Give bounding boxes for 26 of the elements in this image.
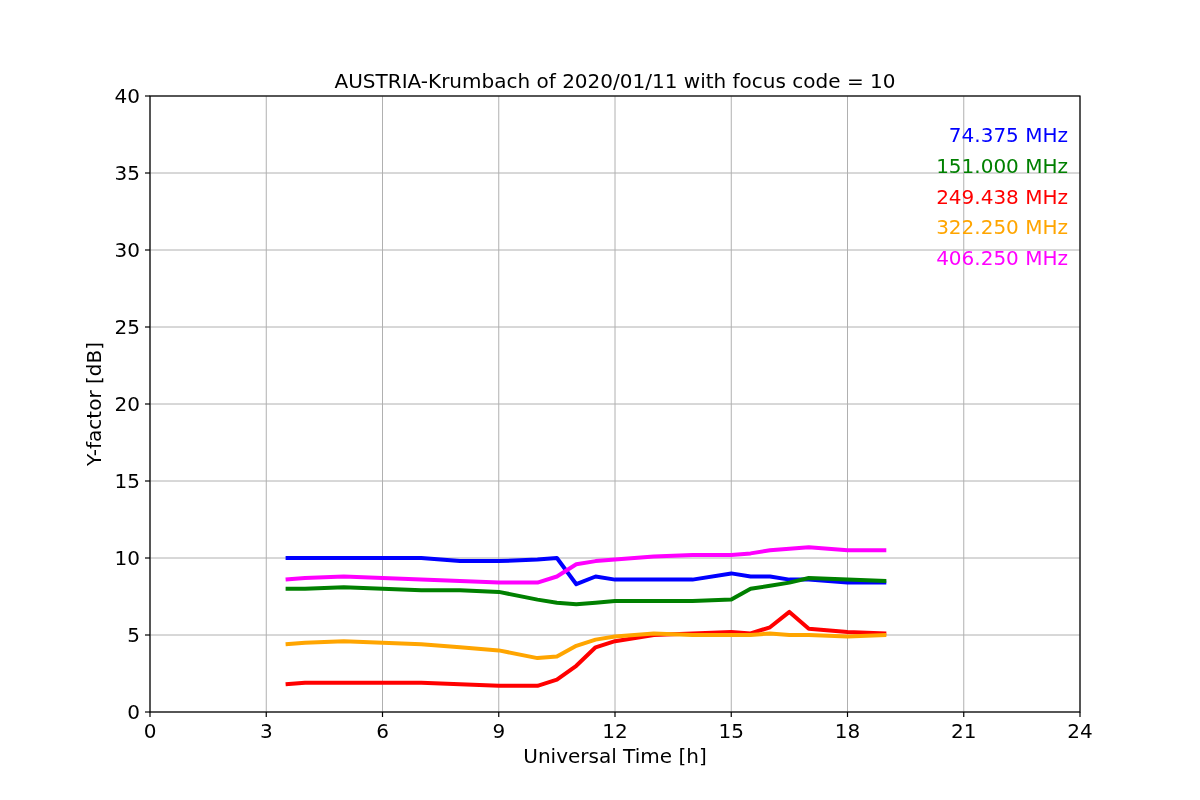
legend-label: 249.438 MHz	[936, 184, 1068, 209]
tick-label: 25	[114, 315, 140, 339]
tick-label: 40	[114, 84, 140, 108]
tick-label: 0	[143, 719, 157, 743]
tick-label: 20	[114, 392, 140, 416]
legend-label: 74.375 MHz	[948, 123, 1068, 147]
tick-label: 10	[114, 546, 140, 570]
chart-title: AUSTRIA-Krumbach of 2020/01/11 with focus code = 10	[334, 69, 896, 93]
tick-label: 15	[114, 469, 140, 493]
tick-label: 30	[114, 238, 140, 262]
tick-label: 15	[718, 719, 744, 743]
tick-label: 12	[602, 719, 628, 743]
tick-label: 9	[492, 719, 506, 743]
tick-label: 24	[1067, 719, 1093, 743]
tick-label: 3	[259, 719, 273, 743]
y-axis-label: Y-factor [dB]	[82, 342, 106, 466]
legend-label: 406.250 MHz	[936, 246, 1068, 271]
tick-label: 0	[127, 700, 140, 724]
tick-label: 5	[127, 623, 140, 647]
tick-label: 35	[114, 161, 140, 185]
tick-label: 18	[834, 719, 861, 743]
tick-label: 21	[951, 719, 977, 743]
legend-label: 322.250 MHz	[936, 215, 1068, 240]
tick-label: 6	[376, 719, 389, 743]
legend-label: 151.000 MHz	[936, 153, 1068, 178]
x-axis-label: Universal Time [h]	[523, 744, 707, 768]
